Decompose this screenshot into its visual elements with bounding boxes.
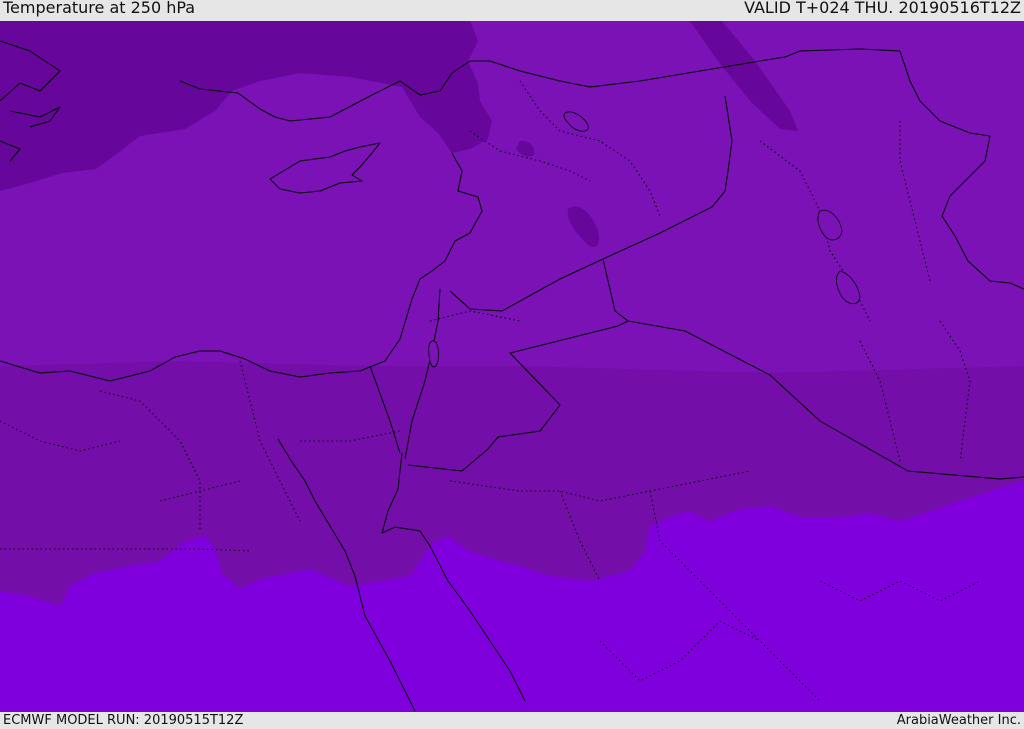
map-canvas xyxy=(0,21,1024,712)
footer-bar: ECMWF MODEL RUN: 20190515T12Z ArabiaWeat… xyxy=(0,712,1024,729)
valid-time: VALID T+024 THU. 20190516T12Z xyxy=(744,0,1021,17)
header-bar: Temperature at 250 hPa VALID T+024 THU. … xyxy=(0,0,1024,21)
credit: ArabiaWeather Inc. xyxy=(896,713,1021,728)
model-run: ECMWF MODEL RUN: 20190515T12Z xyxy=(3,713,244,728)
weather-map[interactable] xyxy=(0,21,1024,712)
map-title: Temperature at 250 hPa xyxy=(3,0,196,17)
